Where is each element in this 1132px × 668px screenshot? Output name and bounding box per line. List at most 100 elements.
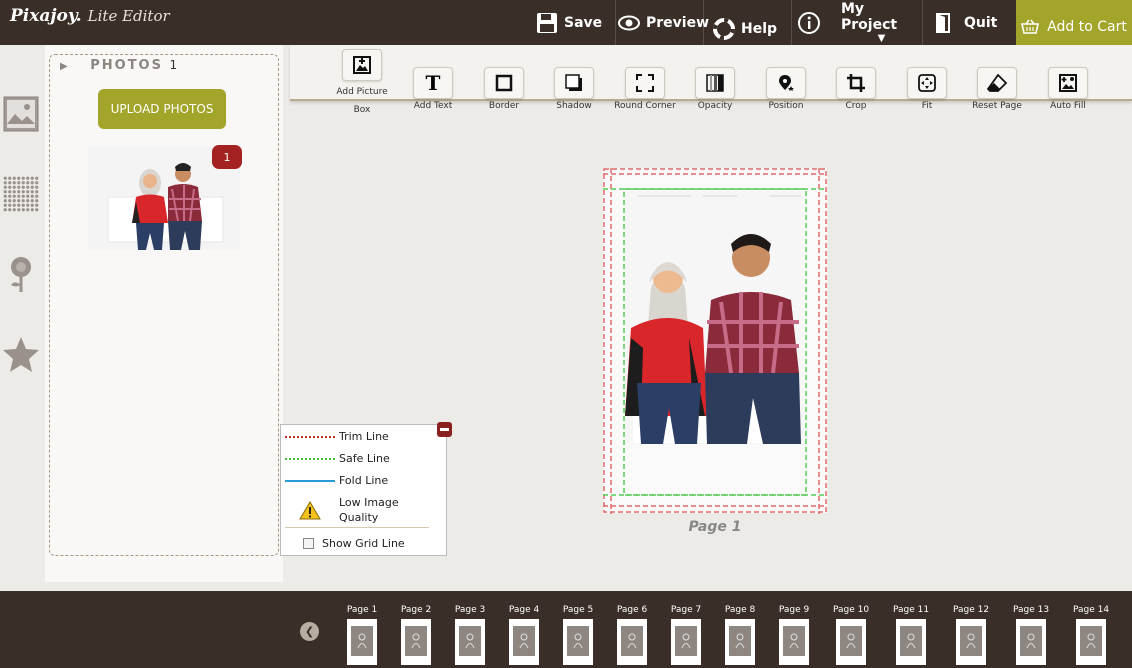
photos-count: 1 — [169, 58, 178, 72]
fit-tool[interactable]: Fit — [892, 67, 962, 111]
page-strip: ❮ Page 1 Page 2 Page 3 Page 4 Page 5 Pag… — [0, 591, 1132, 668]
page-thumb-label: Page 4 — [508, 605, 540, 615]
reset-page-tool[interactable]: Reset Page — [962, 67, 1032, 111]
person-placeholder-icon — [729, 626, 751, 656]
auto-fill-label: Auto Fill — [1050, 101, 1086, 111]
page-thumb-label: Page 8 — [724, 605, 756, 615]
person-placeholder-icon — [405, 626, 427, 656]
page-thumb-5[interactable]: Page 5 — [553, 605, 603, 665]
save-label: Save — [564, 14, 603, 31]
photo-usage-count: 1 — [223, 150, 231, 164]
page-thumb-13[interactable]: Page 13 — [1006, 605, 1056, 665]
page-thumb-12[interactable]: Page 12 — [946, 605, 996, 665]
show-grid-label: Show Grid Line — [322, 537, 405, 550]
person-placeholder-icon — [567, 626, 589, 656]
quit-button[interactable]: Quit — [924, 0, 1016, 45]
previous-pages-button[interactable]: ❮ — [300, 622, 319, 641]
person-placeholder-icon — [1020, 626, 1042, 656]
page-thumbnail — [671, 619, 701, 665]
round-corner-tool[interactable]: Round Corner — [610, 67, 680, 111]
page-thumb-11[interactable]: Page 11 — [886, 605, 936, 665]
flower-icon[interactable] — [2, 255, 40, 293]
shadow-tool[interactable]: Shadow — [539, 67, 609, 111]
show-grid-row[interactable]: Show Grid Line — [281, 537, 405, 550]
person-placeholder-icon — [351, 626, 373, 656]
position-tool[interactable]: Position — [751, 67, 821, 111]
page-thumb-14[interactable]: Page 14 — [1066, 605, 1116, 665]
round-corner-icon — [625, 67, 665, 99]
shadow-icon — [554, 67, 594, 99]
auto-fill-tool[interactable]: Auto Fill — [1033, 67, 1103, 111]
my-project-button[interactable]: My Project ▼ — [793, 0, 923, 45]
basket-icon — [1021, 19, 1040, 34]
crop-tool[interactable]: Crop — [821, 67, 891, 111]
caret-down-icon: ▼ — [877, 33, 886, 44]
fit-label: Fit — [921, 101, 933, 111]
top-bar: Pixajoy. Lite Editor Save Preview Help M… — [0, 0, 1132, 45]
trim-line-outer — [603, 168, 827, 513]
photos-title: PHOTOS — [90, 58, 163, 73]
page-thumbnail — [836, 619, 866, 665]
person-placeholder-icon — [621, 626, 643, 656]
eraser-icon — [977, 67, 1017, 99]
page-thumbnail — [1076, 619, 1106, 665]
crop-label: Crop — [845, 101, 867, 111]
page-thumbnail — [956, 619, 986, 665]
photos-icon[interactable] — [2, 95, 40, 133]
person-placeholder-icon — [1080, 626, 1102, 656]
photo-usage-badge: 1 — [212, 145, 242, 169]
add-to-cart-label: Add to Cart — [1047, 18, 1127, 35]
page-thumb-3[interactable]: Page 3 — [445, 605, 495, 665]
add-picture-icon — [342, 49, 382, 81]
border-label: Border — [488, 101, 520, 111]
quit-label: Quit — [964, 14, 998, 31]
logo-brand: Pixajoy. — [10, 6, 82, 26]
person-placeholder-icon — [783, 626, 805, 656]
page-thumb-label: Page 14 — [1072, 605, 1110, 615]
page-thumbnail — [563, 619, 593, 665]
page-thumb-10[interactable]: Page 10 — [826, 605, 876, 665]
person-placeholder-icon — [675, 626, 697, 656]
page-thumb-6[interactable]: Page 6 — [607, 605, 657, 665]
safe-line-swatch — [285, 457, 335, 460]
collapse-legend-button[interactable] — [437, 422, 452, 437]
app-logo: Pixajoy. Lite Editor — [10, 6, 170, 26]
page-thumb-1[interactable]: Page 1 — [337, 605, 387, 665]
page-thumb-label: Page 9 — [778, 605, 810, 615]
my-project-label: My Project — [841, 1, 898, 33]
save-button[interactable]: Save — [536, 0, 616, 45]
photos-header[interactable]: ▶ PHOTOS 1 — [60, 58, 177, 73]
star-icon[interactable] — [2, 335, 40, 373]
page-thumbnail — [347, 619, 377, 665]
help-button[interactable]: Help — [705, 0, 792, 45]
reset-page-label: Reset Page — [972, 101, 1022, 111]
shadow-label: Shadow — [556, 101, 592, 111]
page-thumb-2[interactable]: Page 2 — [391, 605, 441, 665]
lifebuoy-icon — [713, 17, 735, 40]
auto-fill-icon — [1048, 67, 1088, 99]
upload-photos-button[interactable]: UPLOAD PHOTOS — [98, 89, 226, 129]
floppy-disk-icon — [536, 12, 558, 34]
person-placeholder-icon — [900, 626, 922, 656]
patterns-icon[interactable] — [2, 175, 40, 213]
warning-icon — [285, 500, 335, 520]
legend-safe-row: Safe Line — [285, 452, 390, 465]
exit-door-icon — [936, 12, 950, 33]
add-picture-box-tool[interactable]: Add Picture Box — [327, 49, 397, 119]
page-thumb-9[interactable]: Page 9 — [769, 605, 819, 665]
preview-button[interactable]: Preview — [618, 0, 709, 45]
opacity-tool[interactable]: Opacity — [680, 67, 750, 111]
border-tool[interactable]: Border — [469, 67, 539, 111]
show-grid-checkbox[interactable] — [303, 538, 314, 549]
page-thumb-8[interactable]: Page 8 — [715, 605, 765, 665]
page-thumbnail — [725, 619, 755, 665]
page-thumb-4[interactable]: Page 4 — [499, 605, 549, 665]
person-placeholder-icon — [459, 626, 481, 656]
legend-fold-row: Fold Line — [285, 474, 388, 487]
legend-divider — [285, 527, 429, 528]
opacity-icon — [695, 67, 735, 99]
page-thumb-label: Page 7 — [670, 605, 702, 615]
person-placeholder-icon — [513, 626, 535, 656]
add-text-tool[interactable]: T Add Text — [398, 67, 468, 111]
page-thumb-7[interactable]: Page 7 — [661, 605, 711, 665]
